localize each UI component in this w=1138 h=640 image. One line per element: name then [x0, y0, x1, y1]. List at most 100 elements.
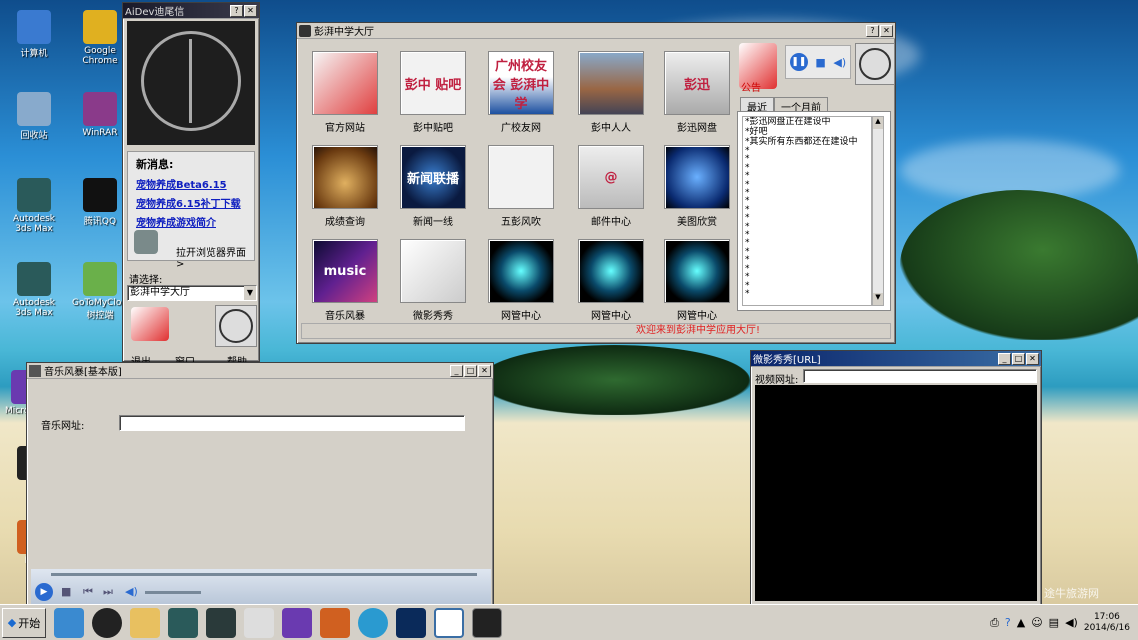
desktop-icon[interactable]: 计算机 [6, 10, 62, 59]
taskbar-bird-icon[interactable] [54, 607, 84, 638]
desktop-icon[interactable]: 腾讯QQ [72, 178, 128, 227]
open-browser-button[interactable]: 拉开浏览器界面> [176, 244, 254, 270]
taskbar-browser-icon[interactable] [358, 607, 388, 638]
next-icon[interactable]: ⏭ [103, 585, 113, 599]
notification-icon[interactable]: ▲ [1017, 616, 1025, 629]
maximize-button[interactable]: □ [1012, 352, 1025, 365]
taskbar-game-icon[interactable] [320, 607, 350, 638]
media-player-bar: ▶ ■ ⏮ ⏭ ◀) [31, 569, 491, 605]
aidev-window[interactable]: AiDev迪尾信 ? ✕ 新消息: 宠物养成Beta6.15 宠物养成6.15补… [122, 2, 260, 368]
app-tile[interactable]: 彭中人人 [571, 51, 651, 134]
printer-icon[interactable]: ⎙ [990, 616, 999, 630]
status-bar: 欢迎来到彭湃中学应用大厅! [301, 323, 891, 339]
app-tile[interactable]: 美图欣赏 [657, 145, 737, 228]
notice-label: 公告 [741, 83, 761, 94]
start-button[interactable]: ◆ 开始 [2, 607, 46, 638]
desktop-icon[interactable]: GoToMyCloud 树控端 [72, 262, 133, 321]
app-tile[interactable]: 成绩查询 [305, 145, 385, 228]
video-window[interactable]: 微影秀秀[URL] _ □ ✕ 视频网址: [750, 350, 1042, 606]
app-tile-label: 彭迅网盘 [677, 123, 717, 134]
app-tile[interactable]: 彭迅 彭迅网盘 [657, 51, 737, 134]
bullet: * [745, 221, 750, 232]
bullet: * [745, 263, 750, 274]
bullet: * [745, 171, 750, 182]
taskbar-qq-icon[interactable] [92, 607, 122, 638]
app-tile[interactable]: 官方网站 [305, 51, 385, 134]
music-titlebar[interactable]: 音乐风暴[基本版] _ □ ✕ [27, 363, 493, 379]
notice-panel: *彭迅网盘正在建设中 *好吧 *其实所有东西都还在建设中 * * * * * * * * * * *… [737, 111, 891, 311]
music-url-input[interactable] [119, 415, 465, 431]
notice-bullets: * * * * * * * * * * * * * * * * * * [745, 146, 869, 298]
app-tile-label: 邮件中心 [591, 217, 631, 228]
browser-icon [134, 230, 158, 254]
help-icon[interactable]: ? [1005, 616, 1011, 629]
video-player[interactable] [755, 385, 1037, 601]
volume-icon[interactable]: ◀) [1065, 616, 1078, 629]
news-link-3[interactable]: 宠物养成游戏简介 [136, 214, 246, 229]
seek-bar[interactable] [51, 573, 477, 576]
news-link-2[interactable]: 宠物养成6.15补丁下载 [136, 195, 246, 210]
app-tile[interactable]: 新闻联播 新闻一线 [393, 145, 473, 228]
app-tile[interactable]: 彭中 贴吧 彭中贴吧 [393, 51, 473, 134]
desktop-icon[interactable]: WinRAR [72, 92, 128, 138]
volume-icon[interactable]: ◀) [125, 585, 138, 598]
scrollbar[interactable]: ▲ ▼ [872, 116, 884, 306]
scroll-down-icon[interactable]: ▼ [873, 293, 883, 305]
chevron-down-icon[interactable]: ▼ [244, 286, 256, 300]
stop-icon[interactable]: ■ [815, 56, 825, 69]
aidev-titlebar[interactable]: AiDev迪尾信 ? ✕ [123, 3, 259, 19]
taskbar-aidev-icon[interactable] [472, 607, 502, 638]
previous-icon[interactable]: ⏮ [83, 585, 93, 599]
network-icon[interactable]: ▤ [1049, 616, 1059, 629]
app-tile[interactable]: 广州校友会 彭湃中学 广校友网 [481, 51, 561, 134]
desktop-icon[interactable]: 回收站 [6, 92, 62, 141]
video-titlebar[interactable]: 微影秀秀[URL] _ □ ✕ [751, 351, 1041, 367]
taskbar-3dsmax-icon[interactable] [168, 607, 198, 638]
app-tile[interactable]: 网管中心 [571, 239, 651, 322]
app-tile[interactable]: 五彭风吹 [481, 145, 561, 228]
taskbar-3dsmax-icon[interactable] [206, 607, 236, 638]
play-icon[interactable]: ▶ [35, 583, 53, 601]
minimize-button[interactable]: _ [450, 364, 463, 377]
app-tile[interactable]: music 音乐风暴 [305, 239, 385, 322]
taskbar-photoshop-icon[interactable] [396, 607, 426, 638]
minimize-button[interactable]: _ [998, 352, 1011, 365]
hall-window[interactable]: 彭湃中学大厅 ? ✕ 官方网站 彭中 贴吧 彭中贴吧 广州校友会 彭湃中学 广校友网 彭中… [296, 22, 896, 344]
volume-slider[interactable] [145, 591, 201, 594]
taskbar-unity-icon[interactable] [244, 607, 274, 638]
maximize-button[interactable]: □ [464, 364, 477, 377]
notice-list[interactable]: *彭迅网盘正在建设中 *好吧 *其实所有东西都还在建设中 * * * * * * * * * * *… [742, 116, 872, 306]
app-tile[interactable]: 网管中心 [657, 239, 737, 322]
scroll-up-icon[interactable]: ▲ [873, 117, 883, 129]
taskbar: ◆ 开始 ⎙ ? ▲ ☺ ▤ ◀) 17:06 2014/6/16 [0, 604, 1138, 640]
close-button[interactable]: ✕ [244, 4, 257, 17]
taskbar-document-icon[interactable] [434, 607, 464, 638]
video-url-input[interactable] [803, 369, 1037, 383]
desktop-icon[interactable]: Google Chrome [72, 10, 128, 66]
hall-titlebar[interactable]: 彭湃中学大厅 ? ✕ [297, 23, 895, 39]
close-button[interactable]: ✕ [1026, 352, 1039, 365]
taskbar-folder-icon[interactable] [130, 607, 160, 638]
volume-icon[interactable]: ◀) [833, 56, 846, 69]
pause-icon[interactable]: ❚❚ [789, 53, 808, 71]
taskbar-visual-studio-icon[interactable] [282, 607, 312, 638]
bullet: * [745, 280, 750, 291]
help-button[interactable]: ? [230, 4, 243, 17]
clock[interactable]: 17:06 2014/6/16 [1084, 612, 1130, 634]
app-tile[interactable]: @ 邮件中心 [571, 145, 651, 228]
close-button[interactable]: ✕ [478, 364, 491, 377]
hall-select[interactable]: 彭湃中学大厅 ▼ [127, 285, 257, 301]
close-button[interactable]: ✕ [880, 24, 893, 37]
help-button[interactable]: ? [866, 24, 879, 37]
chrome-icon [83, 10, 117, 44]
desktop-icon[interactable]: Autodesk 3ds Max [6, 262, 62, 318]
aidev-title: AiDev迪尾信 [125, 7, 185, 18]
logo-icon [219, 309, 253, 343]
app-tile[interactable]: 网管中心 [481, 239, 561, 322]
stop-icon[interactable]: ■ [61, 585, 71, 598]
news-link-1[interactable]: 宠物养成Beta6.15 [136, 176, 246, 191]
music-window[interactable]: 音乐风暴[基本版] _ □ ✕ 音乐网址: ▶ ■ ⏮ ⏭ ◀) [26, 362, 494, 606]
desktop-icon[interactable]: Autodesk 3ds Max [6, 178, 62, 234]
app-tile[interactable]: 微影秀秀 [393, 239, 473, 322]
user-icon[interactable]: ☺ [1031, 616, 1042, 629]
